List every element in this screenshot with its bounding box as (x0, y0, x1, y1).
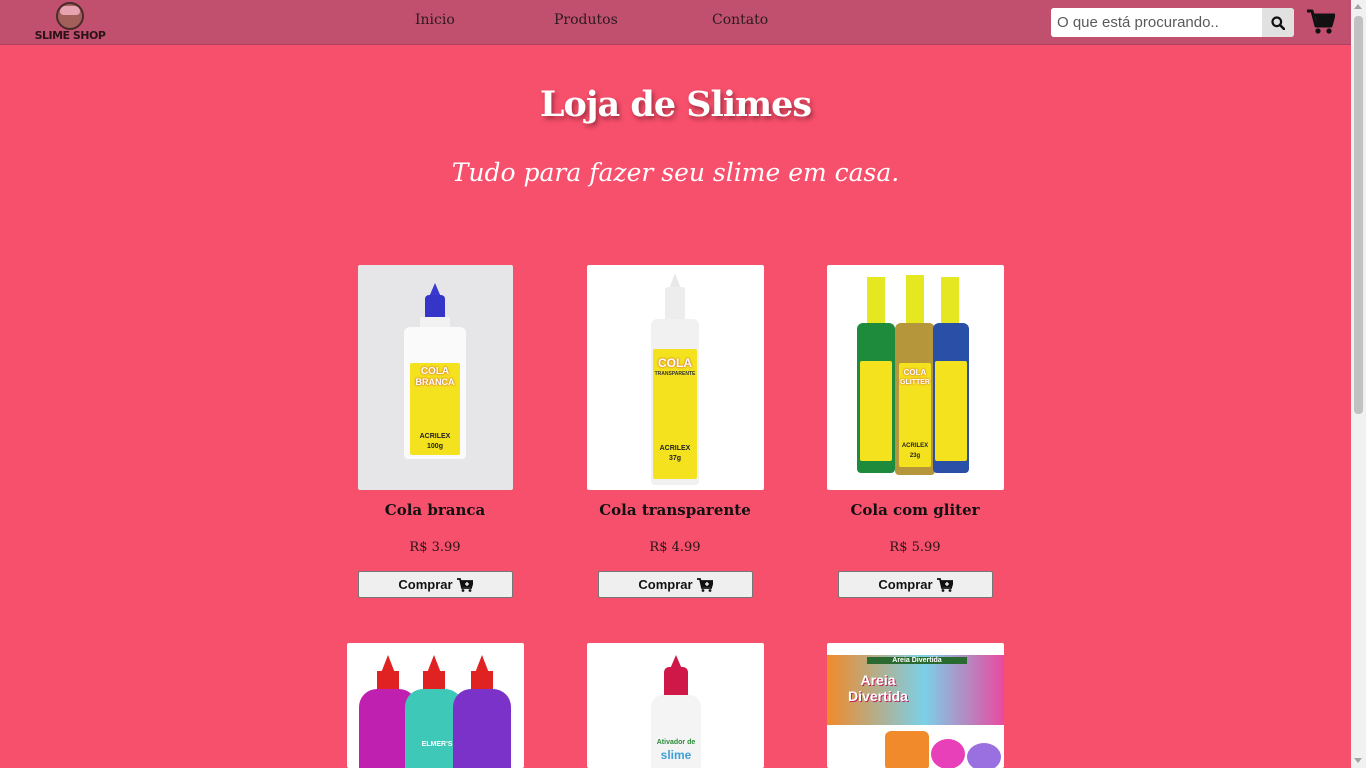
product-name: Cola branca (384, 501, 486, 519)
product-image-cola-com-gliter[interactable]: COLA GLITTER ACRILEX 23g (827, 265, 1004, 490)
label-word-1: COLA (903, 368, 927, 377)
sand-tub-orange (885, 731, 929, 768)
buy-button-label: Comprar (398, 577, 453, 592)
bottle-cap (664, 667, 688, 697)
label-word-2: GLITTER (900, 379, 930, 386)
bottle-cap (867, 277, 885, 325)
product-price: R$ 5.99 (889, 540, 941, 555)
label-word-2: TRANSPARENTE (654, 371, 696, 377)
buy-button-cola-transparente[interactable]: Comprar (598, 571, 753, 598)
bottle-cap (471, 671, 493, 691)
cart-plus-icon (456, 577, 473, 592)
search-icon (1271, 15, 1285, 30)
bottle-cap (665, 287, 685, 321)
sand-pile-pink (931, 739, 965, 768)
bottle-label (860, 361, 892, 461)
product-image-ativador-slime[interactable]: Ativador de slime (587, 643, 764, 768)
product-image-cola-transparente[interactable]: COLA TRANSPARENTE ACRILEX 37g (587, 265, 764, 490)
label-brand: ACRILEX (419, 433, 451, 440)
product-image-areia-divertida[interactable]: Areia Divertida Areia Divertida (827, 643, 1004, 768)
bottle-cap (423, 671, 445, 691)
bottle-label (935, 361, 967, 461)
product-price: R$ 4.99 (649, 540, 701, 555)
bottle-body-purple (453, 689, 511, 768)
label-word-2: slime (660, 748, 692, 762)
label-weight: 100g (427, 443, 443, 450)
label-brand: ACRILEX (659, 445, 691, 452)
label-brand: ELMER'S (421, 741, 453, 748)
scroll-up-arrow-icon[interactable] (1354, 4, 1362, 9)
bottle-cap (906, 275, 924, 325)
label-word-1: COLA (420, 366, 450, 377)
page-scrollbar[interactable] (1351, 0, 1366, 768)
search-button[interactable] (1262, 8, 1294, 37)
scrollbar-thumb[interactable] (1354, 16, 1363, 414)
buy-button-label: Comprar (638, 577, 693, 592)
search-bar (1051, 8, 1294, 37)
label-word-1: Ativador de (656, 739, 696, 746)
brand-logo[interactable]: SLIME SHOP (34, 0, 106, 44)
product-name: Cola transparente (599, 501, 751, 519)
cart-plus-icon (936, 577, 953, 592)
brand-name: SLIME SHOP (34, 29, 106, 42)
label-brand: ACRILEX (901, 443, 929, 449)
nav-link-produtos[interactable]: Produtos (554, 12, 618, 28)
buy-button-label: Comprar (878, 577, 933, 592)
navbar: SLIME SHOP Inicio Produtos Contato (0, 0, 1351, 45)
bottle-cap (941, 277, 959, 325)
box-title-1: Areia (860, 672, 896, 688)
label-weight: 23g (909, 453, 921, 459)
buy-button-cola-com-gliter[interactable]: Comprar (838, 571, 993, 598)
search-input[interactable] (1051, 8, 1262, 37)
product-price: R$ 3.99 (409, 540, 461, 555)
page-title: Loja de Slimes (539, 84, 812, 125)
product-name: Cola com gliter (850, 501, 980, 519)
cart-plus-icon (696, 577, 713, 592)
cart-icon[interactable] (1307, 9, 1335, 35)
scroll-down-arrow-icon[interactable] (1354, 758, 1362, 763)
label-word-1: COLA (658, 356, 692, 370)
bottle-cap (377, 671, 399, 691)
sand-pile-purple (967, 743, 1001, 768)
label-word-2: BRANCA (415, 377, 455, 387)
product-image-elmers-glitter[interactable]: ELMER'S (347, 643, 524, 768)
page-subtitle: Tudo para fazer seu slime em casa. (451, 158, 900, 187)
product-image-cola-branca[interactable]: COLA BRANCA ACRILEX 100g (358, 265, 513, 490)
label-weight: 37g (668, 455, 682, 462)
nav-link-contato[interactable]: Contato (712, 12, 768, 28)
box-title-2: Divertida (848, 688, 908, 704)
nav-link-inicio[interactable]: Inicio (415, 12, 455, 28)
buy-button-cola-branca[interactable]: Comprar (358, 571, 513, 598)
box-top-label: Areia Divertida (867, 657, 967, 664)
bottle-cap (425, 295, 445, 319)
slime-drip-shape (60, 6, 80, 15)
